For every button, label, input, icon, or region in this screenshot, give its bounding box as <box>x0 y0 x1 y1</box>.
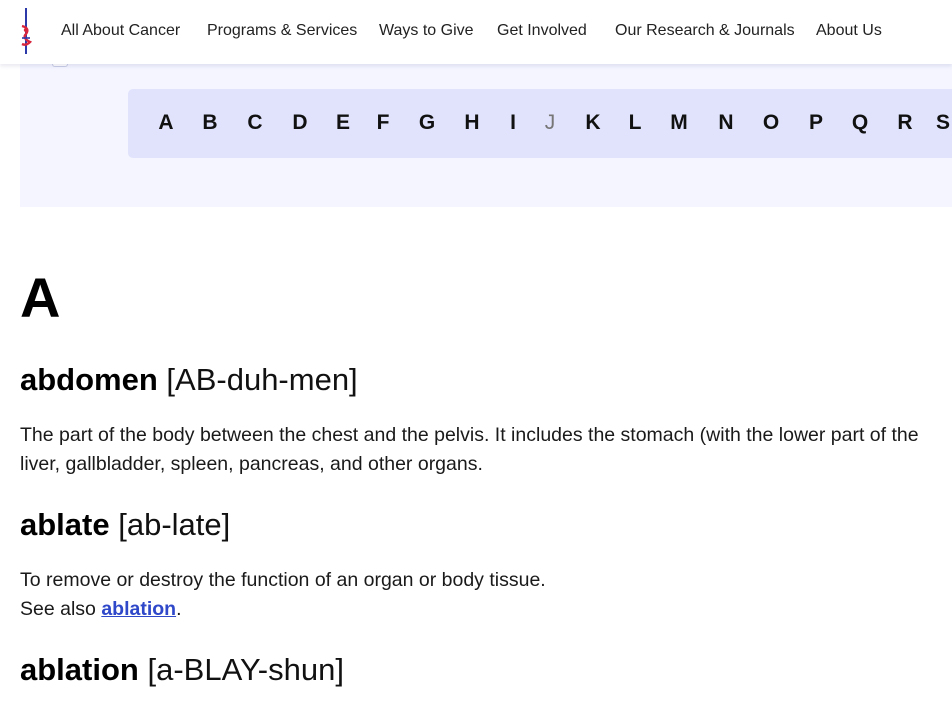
letter-r[interactable]: R <box>892 111 918 135</box>
letter-j: J <box>544 111 556 134</box>
term-pronunciation: [a-BLAY-shun] <box>147 652 344 687</box>
letter-o[interactable]: O <box>758 111 784 135</box>
term-heading-ablate: ablate [ab-late] <box>20 506 230 544</box>
nav-about-us[interactable]: About Us <box>816 22 882 40</box>
see-also-prefix: See also <box>20 598 102 620</box>
term-heading-abdomen: abdomen [AB-duh-men] <box>20 361 358 399</box>
term-word: abdomen <box>20 362 158 397</box>
section-letter-heading: A <box>20 266 61 329</box>
definition-line: liver, gallbladder, spleen, pancreas, an… <box>20 453 483 475</box>
nav-ways-to-give[interactable]: Ways to Give <box>379 22 474 40</box>
letter-q[interactable]: Q <box>847 111 873 135</box>
term-word: ablate <box>20 507 110 542</box>
letter-k[interactable]: K <box>580 111 606 135</box>
letter-m[interactable]: M <box>666 111 692 135</box>
nav-get-involved[interactable]: Get Involved <box>497 22 587 40</box>
see-also-ablation-link[interactable]: ablation <box>101 598 176 620</box>
letter-l[interactable]: L <box>622 111 648 135</box>
term-heading-ablation: ablation [a-BLAY-shun] <box>20 651 344 689</box>
letter-f[interactable]: F <box>370 111 396 135</box>
see-also-suffix: . <box>176 598 182 620</box>
letter-d[interactable]: D <box>287 111 313 135</box>
letter-g[interactable]: G <box>414 111 440 135</box>
letter-b[interactable]: B <box>197 111 223 135</box>
letter-h[interactable]: H <box>459 111 485 135</box>
term-pronunciation: [ab-late] <box>118 507 231 542</box>
term-definition-ablate: To remove or destroy the function of an … <box>20 566 952 624</box>
definition-line: The part of the body between the chest a… <box>20 424 919 446</box>
term-definition-abdomen: The part of the body between the chest a… <box>20 421 952 479</box>
letter-e[interactable]: E <box>330 111 356 135</box>
nav-all-about-cancer[interactable]: All About Cancer <box>61 22 180 40</box>
definition-line: To remove or destroy the function of an … <box>20 569 546 591</box>
nav-our-research-journals[interactable]: Our Research & Journals <box>615 22 795 40</box>
term-pronunciation: [AB-duh-men] <box>166 362 358 397</box>
letter-n[interactable]: N <box>713 111 739 135</box>
letter-a[interactable]: A <box>153 111 179 135</box>
term-word: ablation <box>20 652 139 687</box>
top-navigation: All About Cancer Programs & Services Way… <box>0 0 952 64</box>
letter-s[interactable]: S <box>936 111 952 135</box>
letter-p[interactable]: P <box>803 111 829 135</box>
sword-ribbon-logo-icon[interactable] <box>16 8 36 56</box>
letter-c[interactable]: C <box>242 111 268 135</box>
letter-i[interactable]: I <box>500 111 526 135</box>
nav-programs-services[interactable]: Programs & Services <box>207 22 357 40</box>
